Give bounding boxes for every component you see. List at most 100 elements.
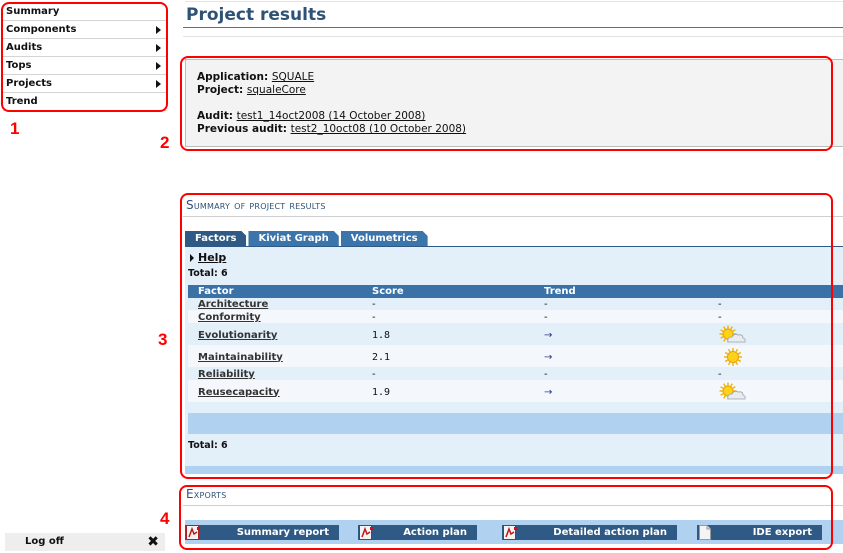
table-row: Evolutionarity 1.8 → xyxy=(188,324,843,347)
score-cell: - xyxy=(362,298,534,312)
score-cell: 1.9 xyxy=(362,381,534,404)
factor-link[interactable]: Conformity xyxy=(198,312,261,323)
table-row: Conformity - - - xyxy=(188,311,843,325)
factors-table: Factor Score Trend Architecture - - - Confor… xyxy=(188,285,843,404)
summary-report-button[interactable]: Summary report xyxy=(185,525,339,540)
factor-link[interactable]: Maintainability xyxy=(198,352,283,363)
audit-label: Audit: xyxy=(197,110,233,122)
chevron-right-icon xyxy=(156,26,161,34)
ide-export-button[interactable]: IDE export xyxy=(697,525,822,540)
audit-link[interactable]: test1_14oct2008 (14 October 2008) xyxy=(237,110,426,122)
score-cell: 1.8 xyxy=(362,324,534,347)
sidebar-item-summary[interactable]: Summary xyxy=(3,3,167,21)
factor-cell: Reusecapacity xyxy=(188,381,362,404)
pdf-icon xyxy=(186,525,200,540)
sidebar-item-label: Projects xyxy=(6,78,53,89)
column-header-weather xyxy=(708,285,843,298)
score-cell: - xyxy=(362,368,534,382)
pdf-icon xyxy=(359,525,373,540)
trend-cell: - xyxy=(534,298,708,312)
total-count-bottom: Total: 6 xyxy=(188,440,228,451)
summary-section-title: Summary of project results xyxy=(186,198,326,212)
trend-cell: - xyxy=(534,311,708,325)
weather-cell xyxy=(708,346,843,369)
previous-audit-link[interactable]: test2_10oct08 (10 October 2008) xyxy=(291,123,466,135)
factor-cell: Maintainability xyxy=(188,346,362,369)
detailed-action-plan-button[interactable]: Detailed action plan xyxy=(502,525,677,540)
project-link[interactable]: squaleCore xyxy=(247,84,306,96)
sun-icon xyxy=(724,348,742,366)
top-divider xyxy=(185,1,843,2)
trend-cell: - xyxy=(534,368,708,382)
factor-cell: Conformity xyxy=(188,311,362,325)
trend-arrow-icon: → xyxy=(534,324,708,347)
factor-link[interactable]: Reusecapacity xyxy=(198,387,280,398)
factor-link[interactable]: Architecture xyxy=(198,299,268,310)
table-row: Architecture - - - xyxy=(188,298,843,312)
weather-cell: - xyxy=(708,368,843,382)
trend-arrow-icon: → xyxy=(534,346,708,369)
title-divider-secondary xyxy=(183,36,843,37)
chevron-right-icon xyxy=(156,80,161,88)
weather-cell xyxy=(708,324,843,347)
chevron-right-icon xyxy=(156,44,161,52)
table-row: Reliability - - - xyxy=(188,368,843,382)
factor-cell: Reliability xyxy=(188,368,362,382)
action-plan-button[interactable]: Action plan xyxy=(358,525,477,540)
tab-volumetrics[interactable]: Volumetrics xyxy=(341,231,428,247)
factor-link[interactable]: Reliability xyxy=(198,369,255,380)
annotation-label-1: 1 xyxy=(10,119,20,138)
weather-cell xyxy=(708,381,843,404)
factor-cell: Architecture xyxy=(188,298,362,312)
annotation-label-2: 2 xyxy=(160,133,170,152)
sidebar-item-trend[interactable]: Trend xyxy=(3,93,167,111)
caret-right-icon xyxy=(190,254,194,262)
previous-audit-label: Previous audit: xyxy=(197,123,287,135)
table-row: Reusecapacity 1.9 → xyxy=(188,381,843,404)
sidebar-item-label: Audits xyxy=(6,42,43,53)
sidebar-menu: Summary Components Audits Tops Projects … xyxy=(3,3,167,111)
column-header-score: Score xyxy=(362,285,534,298)
sidebar-item-tops[interactable]: Tops xyxy=(3,57,167,75)
project-label: Project: xyxy=(197,84,244,96)
tab-factors[interactable]: Factors xyxy=(185,231,246,247)
table-header-row: Factor Score Trend xyxy=(188,285,843,298)
page-title: Project results xyxy=(186,5,327,25)
sidebar-item-audits[interactable]: Audits xyxy=(3,39,167,57)
sun-cloud-icon xyxy=(719,382,746,400)
previous-audit-row: Previous audit: test2_10oct08 (10 Octobe… xyxy=(197,123,843,136)
help-link[interactable]: Help xyxy=(190,251,226,264)
export-label: IDE export xyxy=(752,527,812,538)
export-label: Detailed action plan xyxy=(553,527,667,538)
exports-section-title: Exports xyxy=(186,487,227,501)
project-info-box: Application: SQUALE Project: squaleCore … xyxy=(185,59,843,147)
summary-tabs: Factors Kiviat Graph Volumetrics xyxy=(185,231,430,247)
table-row: Maintainability 2.1 → xyxy=(188,346,843,369)
audit-row: Audit: test1_14oct2008 (14 October 2008) xyxy=(197,110,843,123)
factor-link[interactable]: Evolutionarity xyxy=(198,330,277,341)
help-label: Help xyxy=(198,251,227,264)
score-cell: - xyxy=(362,311,534,325)
annotation-label-4: 4 xyxy=(160,509,170,528)
table-footer-band xyxy=(188,413,843,434)
sidebar-item-components[interactable]: Components xyxy=(3,21,167,39)
total-count-top: Total: 6 xyxy=(188,268,228,279)
pdf-icon xyxy=(503,525,517,540)
export-label: Action plan xyxy=(403,527,467,538)
column-header-factor: Factor xyxy=(188,285,362,298)
panel-bottom-band xyxy=(185,466,843,474)
export-label: Summary report xyxy=(236,527,329,538)
chevron-right-icon xyxy=(156,62,161,70)
tab-kiviat-graph[interactable]: Kiviat Graph xyxy=(248,231,338,247)
weather-cell: - xyxy=(708,311,843,325)
logoff-button[interactable]: Log off ✖ xyxy=(5,533,165,551)
sun-cloud-icon xyxy=(719,325,746,343)
annotation-label-3: 3 xyxy=(158,330,168,349)
sidebar-item-projects[interactable]: Projects xyxy=(3,75,167,93)
application-link[interactable]: SQUALE xyxy=(272,71,314,83)
factor-cell: Evolutionarity xyxy=(188,324,362,347)
column-header-trend: Trend xyxy=(534,285,708,298)
sidebar-item-label: Summary xyxy=(6,6,60,17)
sidebar-item-label: Trend xyxy=(6,96,38,107)
score-cell: 2.1 xyxy=(362,346,534,369)
